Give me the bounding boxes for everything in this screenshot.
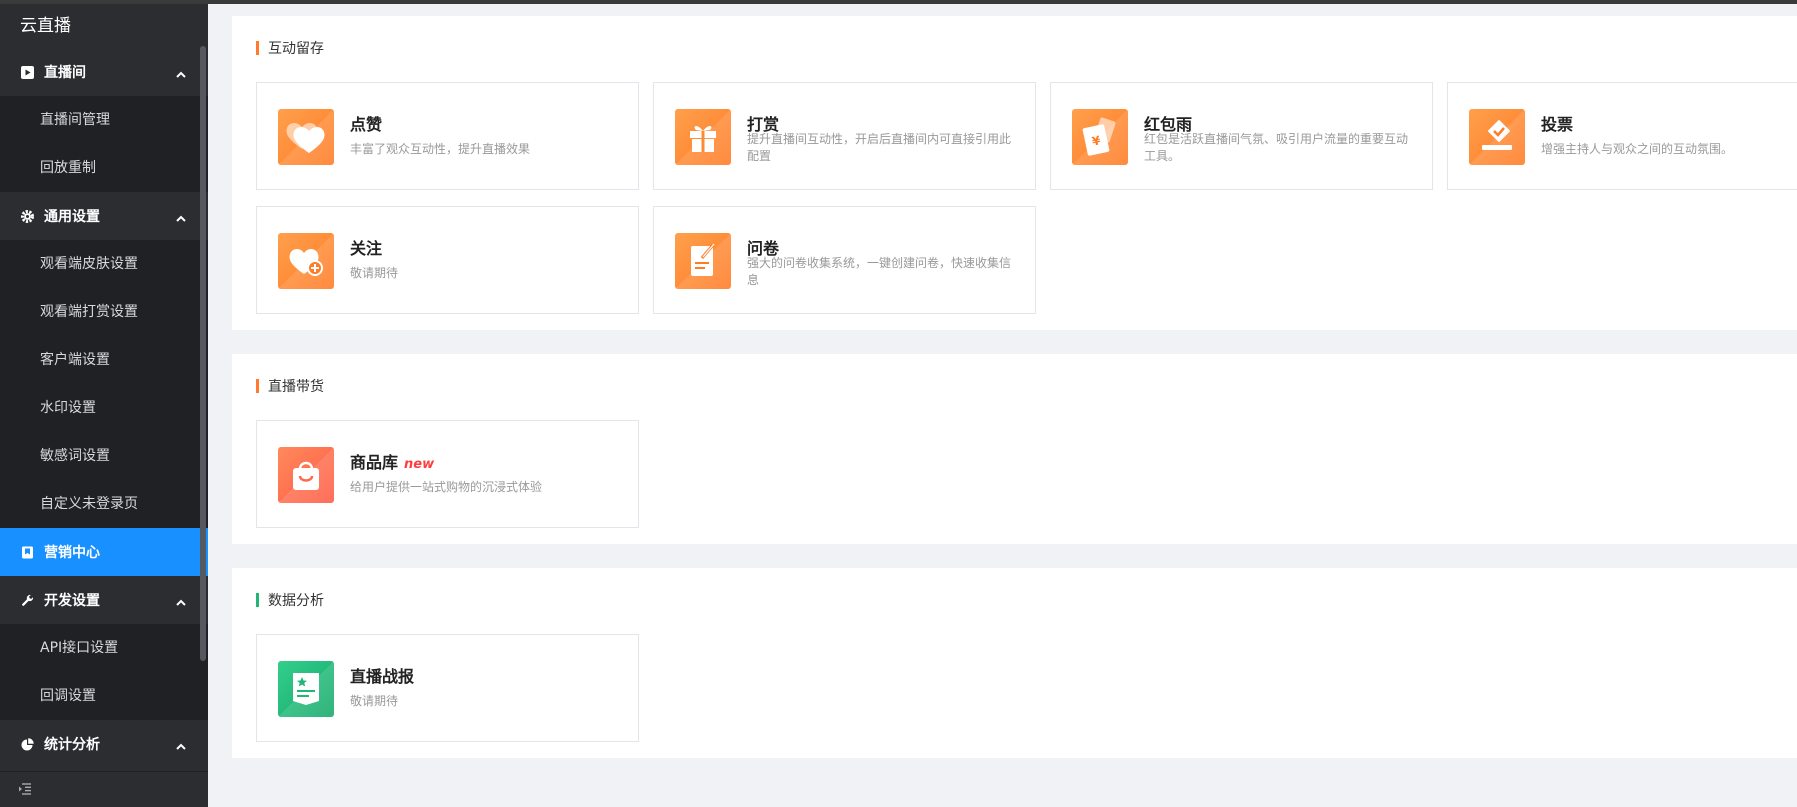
pie-chart-icon <box>20 737 34 751</box>
section-title: 直播带货 <box>256 376 324 396</box>
card-title-text: 商品库 <box>350 453 399 472</box>
card-vote[interactable]: 投票 增强主持人与观众之间的互动氛围。 <box>1447 82 1797 190</box>
sidebar-group-label: 通用设置 <box>44 209 100 225</box>
card-questionnaire[interactable]: 问卷 强大的问卷收集系统，一键创建问卷，快速收集信息 <box>653 206 1036 314</box>
sidebar-item-watermark[interactable]: 水印设置 <box>0 384 208 432</box>
title-accent-bar <box>256 379 259 393</box>
sidebar-group-label: 统计分析 <box>44 737 100 753</box>
sidebar-item-replay[interactable]: 回放重制 <box>0 144 208 192</box>
chevron-up-icon <box>176 210 186 226</box>
card-desc: 强大的问卷收集系统，一键创建问卷，快速收集信息 <box>747 256 1012 287</box>
section-title: 互动留存 <box>256 38 324 58</box>
card-live-report[interactable]: 直播战报 敬请期待 <box>256 634 639 742</box>
card-title: 关注 <box>350 239 383 258</box>
new-badge: new <box>404 457 435 472</box>
questionnaire-icon <box>675 233 731 289</box>
sidebar-group-live-room[interactable]: 直播间 <box>0 48 208 96</box>
sidebar-scrollbar[interactable] <box>200 46 206 661</box>
card-follow[interactable]: 关注 敬请期待 <box>256 206 639 314</box>
menu-fold-icon <box>18 780 32 799</box>
card-desc: 增强主持人与观众之间的互动氛围。 <box>1541 142 1734 156</box>
sidebar-group-dev-settings[interactable]: 开发设置 <box>0 576 208 624</box>
card-title: 商品库 new <box>350 449 434 473</box>
shopping-bag-icon <box>278 447 334 503</box>
chevron-up-icon <box>176 66 186 82</box>
chevron-up-icon <box>176 594 186 610</box>
gift-icon <box>675 109 731 165</box>
sidebar-group-statistics[interactable]: 统计分析 <box>0 720 208 768</box>
wrench-icon <box>20 593 34 607</box>
top-strip <box>0 0 1797 4</box>
section-title-text: 直播带货 <box>268 379 324 395</box>
brand-title: 云直播 <box>0 4 208 48</box>
title-accent-bar <box>256 41 259 55</box>
play-icon <box>20 65 34 79</box>
card-desc: 敬请期待 <box>350 694 399 708</box>
card-desc: 提升直播间互动性，开启后直播间内可直接引用此配置 <box>747 132 1012 163</box>
sidebar: 云直播 直播间 直播间管理 回放重制 通用设置 观看端皮肤设置 观看端打赏设置 … <box>0 4 208 807</box>
red-packet-icon: ¥ <box>1072 109 1128 165</box>
section-interaction: 互动留存 点赞 丰富了观众互动性，提升直播效果 打赏 提升直播间互动性，开启后直… <box>232 16 1797 330</box>
card-product-library[interactable]: 商品库 new 给用户提供一站式购物的沉浸式体验 <box>256 420 639 528</box>
card-desc: 给用户提供一站式购物的沉浸式体验 <box>350 480 543 494</box>
sidebar-item-api-settings[interactable]: API接口设置 <box>0 624 208 672</box>
bookmark-icon <box>20 545 34 559</box>
card-reward[interactable]: 打赏 提升直播间互动性，开启后直播间内可直接引用此配置 <box>653 82 1036 190</box>
section-title-text: 数据分析 <box>268 593 324 609</box>
card-desc: 敬请期待 <box>350 266 399 280</box>
card-title: 直播战报 <box>350 667 415 686</box>
sidebar-item-sensitive-words[interactable]: 敏感词设置 <box>0 432 208 480</box>
gear-icon <box>20 209 34 223</box>
sidebar-item-custom-login-page[interactable]: 自定义未登录页 <box>0 480 208 528</box>
sidebar-item-client-settings[interactable]: 客户端设置 <box>0 336 208 384</box>
report-icon <box>278 661 334 717</box>
card-red-packet-rain[interactable]: ¥ 红包雨 红包是活跃直播间气氛、吸引用户流量的重要互动工具。 <box>1050 82 1433 190</box>
title-accent-bar <box>256 593 259 607</box>
sidebar-item-viewer-skin[interactable]: 观看端皮肤设置 <box>0 240 208 288</box>
follow-heart-icon <box>278 233 334 289</box>
chevron-up-icon <box>176 738 186 754</box>
sidebar-item-viewer-reward[interactable]: 观看端打赏设置 <box>0 288 208 336</box>
sidebar-item-live-room-manage[interactable]: 直播间管理 <box>0 96 208 144</box>
section-title: 数据分析 <box>256 590 324 610</box>
card-title: 点赞 <box>350 115 383 134</box>
sidebar-group-label: 开发设置 <box>44 593 100 609</box>
sidebar-group-marketing[interactable]: 营销中心 <box>0 528 208 576</box>
card-desc: 红包是活跃直播间气氛、吸引用户流量的重要互动工具。 <box>1144 132 1409 163</box>
card-like[interactable]: 点赞 丰富了观众互动性，提升直播效果 <box>256 82 639 190</box>
sidebar-group-general-settings[interactable]: 通用设置 <box>0 192 208 240</box>
card-title: 投票 <box>1541 115 1574 134</box>
collapse-sidebar-button[interactable] <box>0 771 208 807</box>
sidebar-group-label: 直播间 <box>44 65 86 81</box>
sidebar-item-callback-settings[interactable]: 回调设置 <box>0 672 208 720</box>
heart-icon <box>278 109 334 165</box>
vote-icon <box>1469 109 1525 165</box>
sidebar-group-label: 营销中心 <box>44 545 100 561</box>
section-title-text: 互动留存 <box>268 41 324 57</box>
section-live-commerce: 直播带货 商品库 new 给用户提供一站式购物的沉浸式体验 <box>232 354 1797 544</box>
card-desc: 丰富了观众互动性，提升直播效果 <box>350 142 531 156</box>
section-data-analysis: 数据分析 直播战报 敬请期待 <box>232 568 1797 758</box>
